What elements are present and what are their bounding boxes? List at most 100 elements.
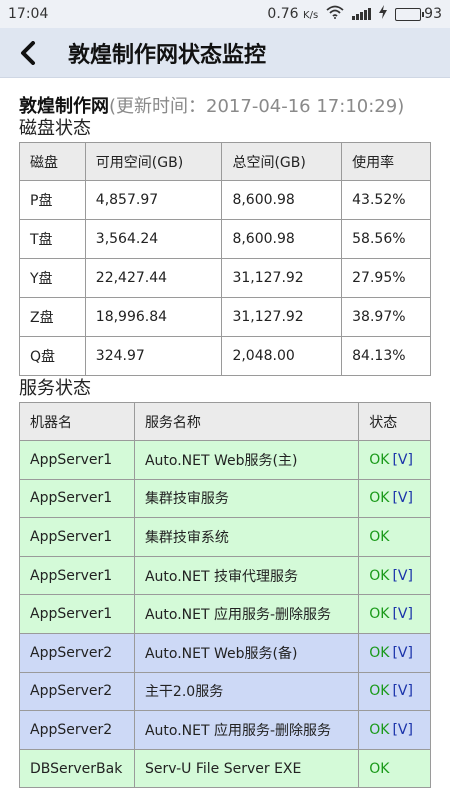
column-header: 机器名 (19, 402, 135, 441)
table-row: AppServer2 Auto.NET 应用服务-删除服务 OK [V] (19, 710, 431, 750)
table-row: AppServer1 集群技审服务 OK [V] (19, 478, 431, 519)
disk-usage: 38.97% (341, 297, 431, 337)
service-name: Auto.NET Web服务(主) (133, 440, 360, 480)
column-header: 状态 (358, 402, 431, 441)
column-header: 可用空间(GB) (84, 142, 223, 181)
service-status: OK (358, 517, 431, 557)
table-row: Z盘 18,996.84 31,127.92 38.97% (19, 297, 431, 337)
table-row: AppServer1 Auto.NET Web服务(主) OK [V] (19, 440, 431, 480)
disk-free: 324.97 (84, 336, 223, 376)
machine-name: AppServer1 (19, 440, 135, 480)
service-status: OK [V] (358, 555, 431, 596)
table-row: Y盘 22,427.44 31,127.92 27.95% (19, 258, 431, 298)
disk-header-row: 磁盘 可用空间(GB) 总空间(GB) 使用率 (19, 142, 431, 181)
table-row: T盘 3,564.24 8,600.98 58.56% (19, 219, 431, 259)
disk-free: 22,427.44 (84, 258, 223, 298)
wifi-icon (326, 5, 344, 23)
machine-name: AppServer1 (19, 478, 135, 519)
service-status: OK [V] (358, 478, 431, 519)
status-ok-text: OK (369, 606, 390, 623)
service-name: 主干2.0服务 (133, 671, 360, 712)
site-name: 敦煌制作网 (19, 96, 109, 117)
battery-percent: 93 (424, 6, 442, 22)
machine-name: DBServerBak (19, 748, 135, 789)
view-link[interactable]: [V] (392, 452, 413, 468)
view-link[interactable]: [V] (392, 606, 413, 622)
service-status: OK (358, 748, 431, 789)
clock: 17:04 (8, 6, 49, 22)
status-icons: 0.76 K/s 93 (267, 5, 442, 23)
main-content: 敦煌制作网(更新时间：2017-04-16 17:10:29) 磁盘状态 磁盘 … (0, 78, 450, 789)
site-heading: 敦煌制作网(更新时间：2017-04-16 17:10:29) (19, 96, 431, 118)
machine-name: AppServer2 (19, 710, 135, 750)
table-row: P盘 4,857.97 8,600.98 43.52% (19, 180, 431, 220)
disk-usage: 27.95% (341, 258, 431, 298)
disk-usage: 58.56% (341, 219, 431, 259)
service-status: OK [V] (358, 594, 431, 634)
service-status: OK [V] (358, 671, 431, 712)
machine-name: AppServer2 (19, 632, 135, 673)
machine-name: AppServer2 (19, 671, 135, 712)
status-ok-text: OK (369, 528, 390, 545)
disk-usage: 84.13% (341, 336, 431, 376)
status-ok-text: OK (369, 721, 390, 738)
service-name: Auto.NET Web服务(备) (133, 632, 360, 673)
battery-indicator: 93 (395, 6, 442, 22)
disk-table: 磁盘 可用空间(GB) 总空间(GB) 使用率 P盘 4,857.97 8,600.… (19, 142, 431, 376)
disk-free: 3,564.24 (84, 219, 223, 259)
signal-icon (352, 8, 372, 20)
disk-section-title: 磁盘状态 (19, 118, 91, 139)
app-header: 敦煌制作网状态监控 (0, 28, 450, 78)
service-name: Serv-U File Server EXE (133, 748, 360, 789)
table-row: AppServer2 主干2.0服务 OK [V] (19, 671, 431, 712)
view-link[interactable]: [V] (392, 722, 413, 738)
status-ok-text: OK (369, 490, 390, 507)
service-table: 机器名 服务名称 状态 AppServer1 Auto.NET Web服务(主) O… (19, 402, 431, 789)
disk-total: 8,600.98 (221, 219, 343, 259)
view-link[interactable]: [V] (392, 645, 413, 661)
disk-name: T盘 (19, 219, 86, 259)
network-speed-unit: K/s (303, 10, 319, 21)
table-row: Q盘 324.97 2,048.00 84.13% (19, 336, 431, 376)
table-row: DBServerBak Serv-U File Server EXE OK (19, 748, 431, 789)
service-header-row: 机器名 服务名称 状态 (19, 402, 431, 441)
service-name: Auto.NET 技审代理服务 (133, 555, 360, 596)
view-link[interactable]: [V] (392, 490, 413, 506)
view-link[interactable]: [V] (392, 683, 413, 699)
column-header: 磁盘 (19, 142, 86, 181)
disk-name: P盘 (19, 180, 86, 220)
service-section-title: 服务状态 (19, 378, 91, 399)
column-header: 使用率 (341, 142, 431, 181)
service-name: 集群技审服务 (133, 478, 360, 519)
status-bar: 17:04 0.76 K/s 93 (0, 0, 450, 28)
table-row: AppServer1 集群技审系统 OK (19, 517, 431, 557)
machine-name: AppServer1 (19, 517, 135, 557)
status-ok-text: OK (369, 644, 390, 661)
charging-icon (379, 5, 388, 23)
back-button[interactable] (14, 39, 42, 67)
chevron-left-icon (21, 40, 35, 65)
status-ok-text: OK (369, 567, 390, 584)
service-status: OK [V] (358, 632, 431, 673)
disk-total: 8,600.98 (221, 180, 343, 220)
network-speed: 0.76 K/s (267, 6, 318, 22)
disk-name: Z盘 (19, 297, 86, 337)
battery-icon (395, 7, 425, 21)
column-header: 服务名称 (133, 402, 360, 441)
network-speed-value: 0.76 (267, 6, 299, 22)
service-name: Auto.NET 应用服务-删除服务 (133, 710, 360, 750)
machine-name: AppServer1 (19, 594, 135, 634)
service-status: OK [V] (358, 710, 431, 750)
table-row: AppServer2 Auto.NET Web服务(备) OK [V] (19, 632, 431, 673)
column-header: 总空间(GB) (221, 142, 343, 181)
disk-total: 31,127.92 (221, 297, 343, 337)
disk-total: 2,048.00 (221, 336, 343, 376)
service-name: 集群技审系统 (133, 517, 360, 557)
status-ok-text: OK (369, 760, 390, 777)
disk-free: 18,996.84 (84, 297, 223, 337)
status-ok-text: OK (369, 451, 390, 468)
view-link[interactable]: [V] (392, 568, 413, 584)
service-name: Auto.NET 应用服务-删除服务 (133, 594, 360, 634)
disk-total: 31,127.92 (221, 258, 343, 298)
disk-name: Y盘 (19, 258, 86, 298)
